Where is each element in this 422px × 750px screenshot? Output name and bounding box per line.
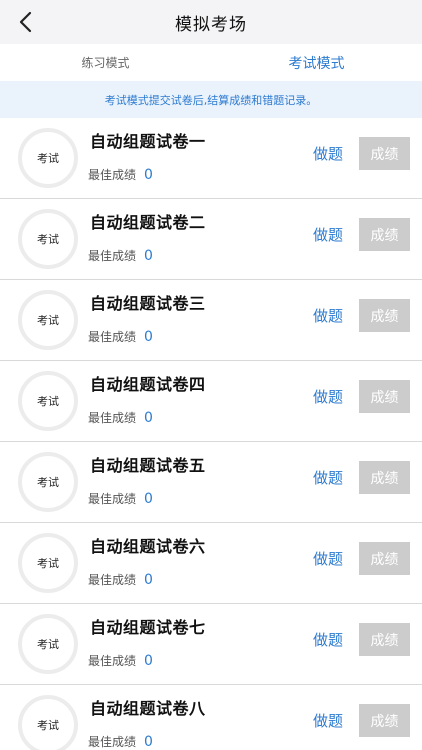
exam-badge-circle: 考试 xyxy=(18,128,78,188)
view-score-button[interactable]: 成绩 xyxy=(359,542,410,575)
exam-badge-label: 考试 xyxy=(37,233,59,246)
do-questions-button[interactable]: 做题 xyxy=(313,545,343,573)
page-title: 模拟考场 xyxy=(175,14,247,35)
view-score-button[interactable]: 成绩 xyxy=(359,623,410,656)
view-score-button[interactable]: 成绩 xyxy=(359,299,410,332)
exam-badge-circle: 考试 xyxy=(18,533,78,593)
do-questions-button[interactable]: 做题 xyxy=(313,464,343,492)
paper-title: 自动组题试卷二 xyxy=(90,213,206,232)
do-questions-button[interactable]: 做题 xyxy=(313,302,343,330)
do-questions-button[interactable]: 做题 xyxy=(313,707,343,735)
paper-list: 考试 自动组题试卷一 最佳成绩 0 做题 成绩 考试 自动组题试卷二 最佳成绩 0 做题 成绩 考试 自动… xyxy=(0,118,422,750)
best-score-value: 0 xyxy=(144,248,153,264)
paper-title: 自动组题试卷一 xyxy=(90,132,206,151)
best-score-label: 最佳成绩 xyxy=(88,411,137,425)
best-score-label: 最佳成绩 xyxy=(88,492,137,506)
do-questions-button[interactable]: 做题 xyxy=(313,221,343,249)
best-score-label: 最佳成绩 xyxy=(88,249,137,263)
exam-badge-label: 考试 xyxy=(37,719,59,732)
paper-row[interactable]: 考试 自动组题试卷六最佳成绩 0 做题 成绩 xyxy=(0,523,422,604)
exam-badge-circle: 考试 xyxy=(18,452,78,512)
view-score-button[interactable]: 成绩 xyxy=(359,704,410,737)
best-score-value: 0 xyxy=(144,572,153,588)
paper-title: 自动组题试卷六 xyxy=(90,537,206,556)
back-button[interactable] xyxy=(10,7,40,37)
paper-row[interactable]: 考试 自动组题试卷五最佳成绩 0 做题 成绩 xyxy=(0,442,422,523)
mode-tabs: 练习模式 考试模式 xyxy=(0,44,422,81)
best-score-line: 最佳成绩 0 xyxy=(88,409,153,426)
paper-title: 自动组题试卷四 xyxy=(90,375,206,394)
tab-exam-mode[interactable]: 考试模式 xyxy=(211,44,422,81)
best-score-label: 最佳成绩 xyxy=(88,168,137,182)
exam-badge-label: 考试 xyxy=(37,395,59,408)
best-score-line: 最佳成绩 0 xyxy=(88,652,153,669)
best-score-line: 最佳成绩 0 xyxy=(88,490,153,507)
do-questions-button[interactable]: 做题 xyxy=(313,140,343,168)
view-score-button[interactable]: 成绩 xyxy=(359,380,410,413)
paper-title: 自动组题试卷七 xyxy=(90,618,206,637)
view-score-button[interactable]: 成绩 xyxy=(359,218,410,251)
exam-badge-label: 考试 xyxy=(37,638,59,651)
paper-row[interactable]: 考试 自动组题试卷一最佳成绩 0 做题 成绩 xyxy=(0,118,422,199)
best-score-label: 最佳成绩 xyxy=(88,330,137,344)
best-score-label: 最佳成绩 xyxy=(88,654,137,668)
paper-title: 自动组题试卷五 xyxy=(90,456,206,475)
app-screen: 模拟考场 练习模式 考试模式 考试模式提交试卷后,结算成绩和错题记录。 考试自动… xyxy=(0,0,422,750)
exam-badge-label: 考试 xyxy=(37,476,59,489)
exam-badge-label: 考试 xyxy=(37,152,59,165)
exam-badge-circle: 考试 xyxy=(18,290,78,350)
exam-badge-label: 考试 xyxy=(37,314,59,327)
nav-bar: 模拟考场 xyxy=(0,0,422,44)
best-score-value: 0 xyxy=(144,653,153,669)
best-score-label: 最佳成绩 xyxy=(88,735,137,749)
best-score-line: 最佳成绩 0 xyxy=(88,166,153,183)
exam-mode-notice: 考试模式提交试卷后,结算成绩和错题记录。 xyxy=(0,81,422,118)
exam-badge-circle: 考试 xyxy=(18,614,78,674)
best-score-line: 最佳成绩 0 xyxy=(88,733,153,750)
paper-row[interactable]: 考试 自动组题试卷四最佳成绩 0 做题 成绩 xyxy=(0,361,422,442)
best-score-label: 最佳成绩 xyxy=(88,573,137,587)
paper-row[interactable]: 考试 自动组题试卷七最佳成绩 0 做题 成绩 xyxy=(0,604,422,685)
paper-title: 自动组题试卷八 xyxy=(90,699,206,718)
chevron-left-icon xyxy=(19,11,32,33)
view-score-button[interactable]: 成绩 xyxy=(359,461,410,494)
tab-practice-label: 练习模式 xyxy=(81,56,130,70)
exam-badge-label: 考试 xyxy=(37,557,59,570)
tab-practice-mode[interactable]: 练习模式 xyxy=(0,44,211,81)
do-questions-button[interactable]: 做题 xyxy=(313,626,343,654)
best-score-line: 最佳成绩 0 xyxy=(88,247,153,264)
best-score-value: 0 xyxy=(144,734,153,750)
best-score-line: 最佳成绩 0 xyxy=(88,571,153,588)
best-score-value: 0 xyxy=(144,329,153,345)
tab-exam-label: 考试模式 xyxy=(288,55,345,72)
exam-badge-circle: 考试 xyxy=(18,371,78,431)
best-score-value: 0 xyxy=(144,167,153,183)
exam-badge-circle: 考试 xyxy=(18,695,78,750)
best-score-value: 0 xyxy=(144,491,153,507)
view-score-button[interactable]: 成绩 xyxy=(359,137,410,170)
best-score-value: 0 xyxy=(144,410,153,426)
paper-row[interactable]: 考试 自动组题试卷二最佳成绩 0 做题 成绩 xyxy=(0,199,422,280)
paper-row[interactable]: 考试 自动组题试卷八最佳成绩 0 做题 成绩 xyxy=(0,685,422,750)
best-score-line: 最佳成绩 0 xyxy=(88,328,153,345)
exam-badge-circle: 考试 xyxy=(18,209,78,269)
paper-row[interactable]: 考试 自动组题试卷三最佳成绩 0 做题 成绩 xyxy=(0,280,422,361)
do-questions-button[interactable]: 做题 xyxy=(313,383,343,411)
paper-title: 自动组题试卷三 xyxy=(90,294,206,313)
